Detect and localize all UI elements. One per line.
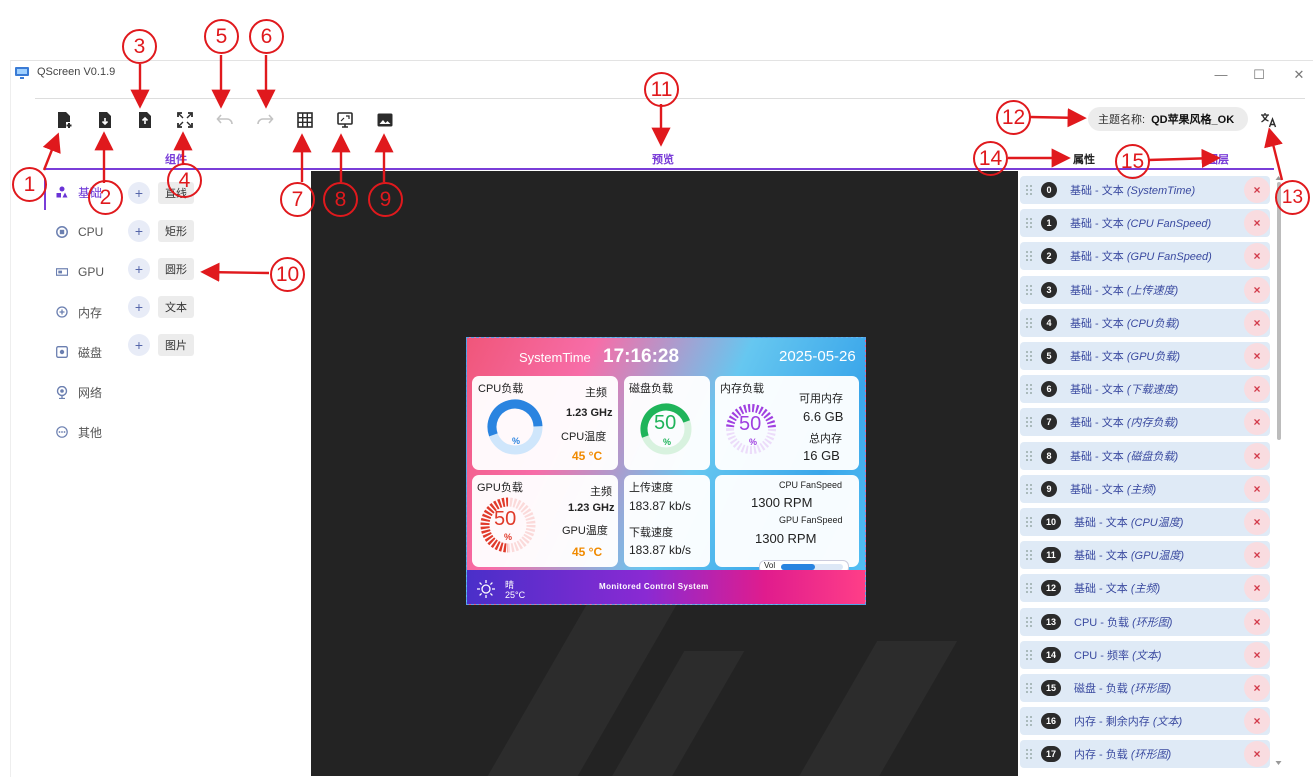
arrow-13: [1264, 127, 1284, 181]
callout-4: 4: [167, 163, 202, 198]
callout-13: 13: [1275, 180, 1310, 215]
callout-15: 15: [1115, 144, 1150, 179]
callout-1: 1: [12, 167, 47, 202]
arrow-15: [1147, 148, 1221, 169]
callout-11: 11: [644, 72, 679, 107]
callout-9: 9: [368, 182, 403, 217]
callout-7: 7: [280, 182, 315, 217]
arrow-10: [200, 262, 270, 282]
callout-14: 14: [973, 141, 1008, 176]
callout-12: 12: [996, 100, 1031, 135]
callout-5: 5: [204, 19, 239, 54]
callout-3: 3: [122, 29, 157, 64]
arrow-12: [1029, 108, 1087, 128]
callout-10: 10: [270, 257, 305, 292]
callout-8: 8: [323, 182, 358, 217]
arrow-1: [42, 132, 61, 171]
callout-2: 2: [88, 180, 123, 215]
callout-6: 6: [249, 19, 284, 54]
annotation-arrows: [42, 55, 1284, 282]
